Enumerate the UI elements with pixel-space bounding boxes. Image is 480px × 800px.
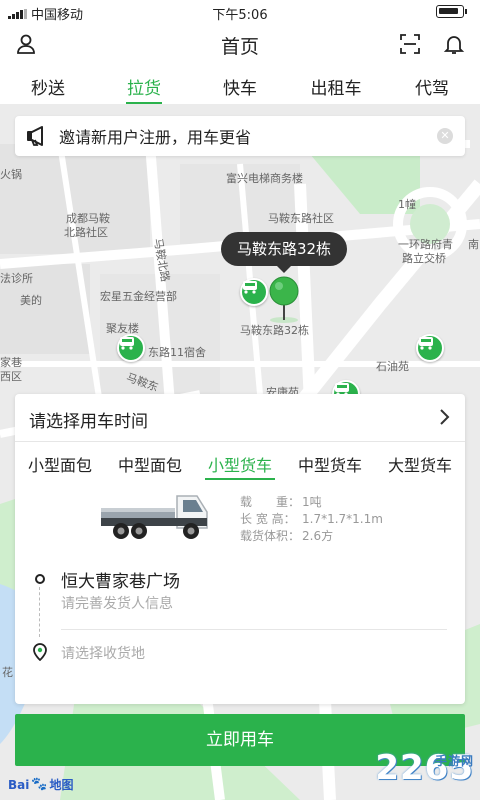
status-bar: 中国移动 下午5:06 [0,0,480,24]
map-label: 法诊所 [0,272,33,285]
map-label: 宏星五金经营部 [100,290,177,303]
time-selector[interactable]: 请选择用车时间 [15,394,465,442]
map-label: 花 [2,666,13,679]
tab-lahuo[interactable]: 拉货 [96,64,192,104]
spec-row: 长 宽 高： 1.7*1.7*1.1m [240,511,383,528]
from-address[interactable]: 恒大曹家巷广场 [61,567,180,592]
vehicle-type-large-truck[interactable]: 大型货车 [375,442,465,478]
map-label: 美的 [20,294,42,307]
vehicle-type-small-van[interactable]: 小型面包 [15,442,105,478]
chevron-right-icon [439,408,451,431]
service-tabs: 秒送 拉货 快车 出租车 代驾 [0,64,480,104]
invite-text: 邀请新用户注册，用车更省 [59,128,252,147]
truck-marker[interactable] [240,278,268,306]
pin-callout: 马鞍东路32栋 [221,232,347,273]
divider [61,629,447,630]
tab-chuzuche[interactable]: 出租车 [288,64,384,104]
map-label: 路立交桥 [402,252,446,265]
spec-row: 载货体积： 2.6方 [240,528,383,545]
time-selector-label: 请选择用车时间 [29,412,148,432]
map-label: 南 [468,238,479,251]
map-label: 火锅 [0,168,22,181]
spec-key: 长 宽 高： [240,512,296,526]
sender-info-link[interactable]: 请完善发货人信息 [61,593,173,613]
map-label: 东路11宿舍 [148,346,206,359]
map-label: 富兴电梯商务楼 [226,172,303,185]
vehicle-type-medium-truck[interactable]: 中型货车 [285,442,375,478]
watermark: 2265 手游网 [375,748,474,788]
to-address-input[interactable]: 请选择收货地 [61,643,145,663]
bell-icon[interactable] [440,30,468,58]
battery-icon [436,5,467,18]
map-label: 石油苑 [376,360,409,373]
vehicle-type-small-truck[interactable]: 小型货车 [195,442,285,480]
spec-row: 载 重： 1吨 [240,494,383,511]
watermark-suffix: 手游网 [434,754,474,768]
paw-icon: 🐾 [31,777,48,792]
origin-dot-icon [35,574,45,584]
map-label: 西区 [0,370,22,383]
close-icon[interactable]: ✕ [437,128,453,144]
vehicle-type-medium-van[interactable]: 中型面包 [105,442,195,478]
truck-marker[interactable] [117,334,145,362]
invite-banner[interactable]: 邀请新用户注册，用车更省 ✕ [15,116,465,156]
vehicle-specs: 载 重： 1吨 长 宽 高： 1.7*1.7*1.1m 载货体积： 2.6方 [240,494,383,545]
scan-icon[interactable] [396,30,424,58]
destination-pin-icon [33,643,47,665]
map-label: 马鞍东路32栋 [240,324,309,337]
tab-kuaiche[interactable]: 快车 [192,64,288,104]
spec-value: 1吨 [302,495,322,509]
map-label: 北路社区 [64,226,108,239]
route-divider [39,587,40,637]
map-logo-text: Bai [8,777,30,792]
spec-value: 1.7*1.7*1.1m [302,512,383,526]
map-label: 马鞍东路社区 [268,212,334,225]
truck-image [99,490,211,546]
spec-value: 2.6方 [302,529,334,543]
map-label: 1幢 [398,198,416,211]
map-logo: Bai 🐾 地图 [8,776,74,793]
map-logo-label: 地图 [49,778,74,792]
vehicle-type-tabs: 小型面包 中型面包 小型货车 中型货车 大型货车 [15,442,465,480]
tab-daijia[interactable]: 代驾 [384,64,480,104]
status-time: 下午5:06 [212,8,268,23]
order-card: 请选择用车时间 小型面包 中型面包 小型货车 中型货车 大型货车 载 重： 1吨 … [15,394,465,704]
tab-miaosong[interactable]: 秒送 [0,64,96,104]
spec-key: 载 重： [240,495,301,509]
app-header: 首页 [0,24,480,64]
spec-key: 载货体积： [240,529,301,543]
megaphone-icon [15,125,59,147]
truck-marker[interactable] [416,334,444,362]
